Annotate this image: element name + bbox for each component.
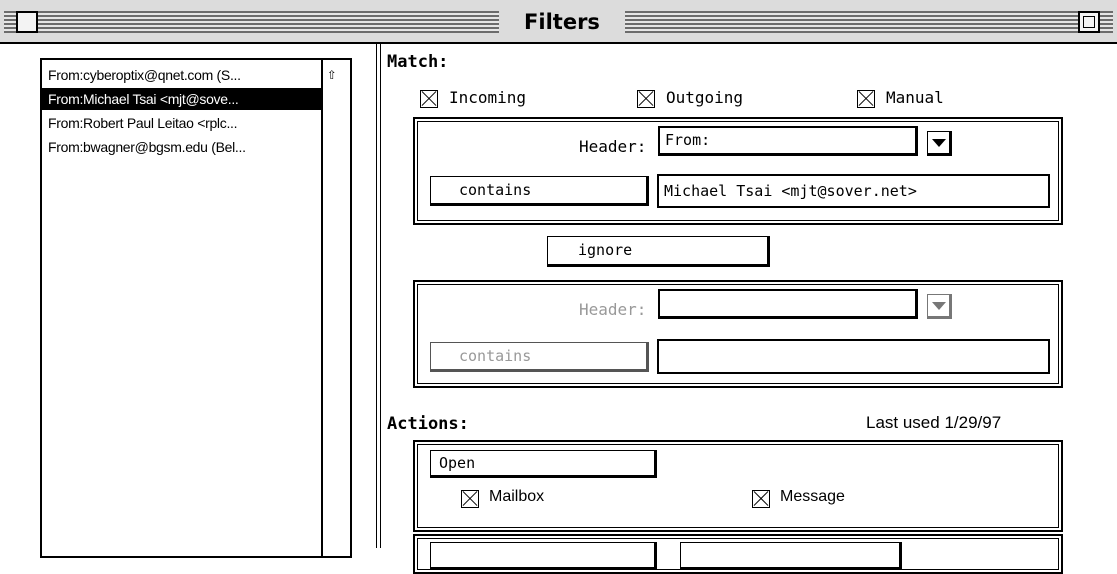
condition-1-operator-button[interactable]: contains [430,176,649,206]
mailbox-label: Mailbox [489,488,545,505]
condition-1-header-field[interactable]: From: [658,126,918,156]
filter-list-item[interactable]: From:bwagner@bgsm.edu (Bel... [42,136,325,158]
zoom-icon [1083,16,1095,28]
condition-2-header-label: Header: [579,300,647,319]
filter-list-scrollbar[interactable]: ⇧ [321,60,350,556]
mailbox-checkbox[interactable] [461,490,479,508]
action-2-target-button[interactable] [680,542,902,570]
incoming-checkbox[interactable] [420,90,438,108]
message-label: Message [780,488,845,505]
filter-list-item[interactable]: From:cyberoptix@qnet.com (S... [42,64,325,86]
condition-2-header-dropdown-button[interactable] [927,294,952,319]
scroll-up-arrow-icon[interactable]: ⇧ [327,66,337,82]
close-box-button[interactable] [16,11,38,33]
manual-label: Manual [886,88,944,107]
condition-2-header-field[interactable] [658,289,918,319]
incoming-label: Incoming [449,88,527,107]
title-bar-stripes-left [4,11,499,33]
actions-heading: Actions: [387,414,469,434]
filter-list-item-selected[interactable]: From:Michael Tsai <mjt@sove... [42,88,325,110]
condition-combinator-button[interactable]: ignore [547,236,770,267]
pane-divider[interactable] [376,44,381,548]
window-title: Filters [503,8,621,36]
outgoing-label: Outgoing [666,88,744,107]
message-checkbox[interactable] [752,490,770,508]
outgoing-checkbox[interactable] [637,90,655,108]
action-2-type-button[interactable] [430,542,657,570]
zoom-box-button[interactable] [1078,11,1100,33]
condition-1-value-field[interactable]: Michael Tsai <mjt@sover.net> [657,174,1050,208]
condition-2-operator-button[interactable]: contains [430,342,649,372]
manual-checkbox[interactable] [857,90,875,108]
filter-list[interactable]: From:cyberoptix@qnet.com (S... From:Mich… [40,58,352,558]
last-used-text: Last used 1/29/97 [866,413,1002,432]
condition-1-header-label: Header: [579,137,647,156]
action-1-type-button[interactable]: Open [430,450,657,478]
condition-1-header-dropdown-button[interactable] [927,131,952,156]
match-heading: Match: [387,52,449,72]
condition-2-value-field[interactable] [657,339,1050,374]
title-bar[interactable]: Filters [0,0,1117,44]
title-bar-stripes-right [625,11,1113,33]
filter-list-item[interactable]: From:Robert Paul Leitao <rplc... [42,112,325,134]
